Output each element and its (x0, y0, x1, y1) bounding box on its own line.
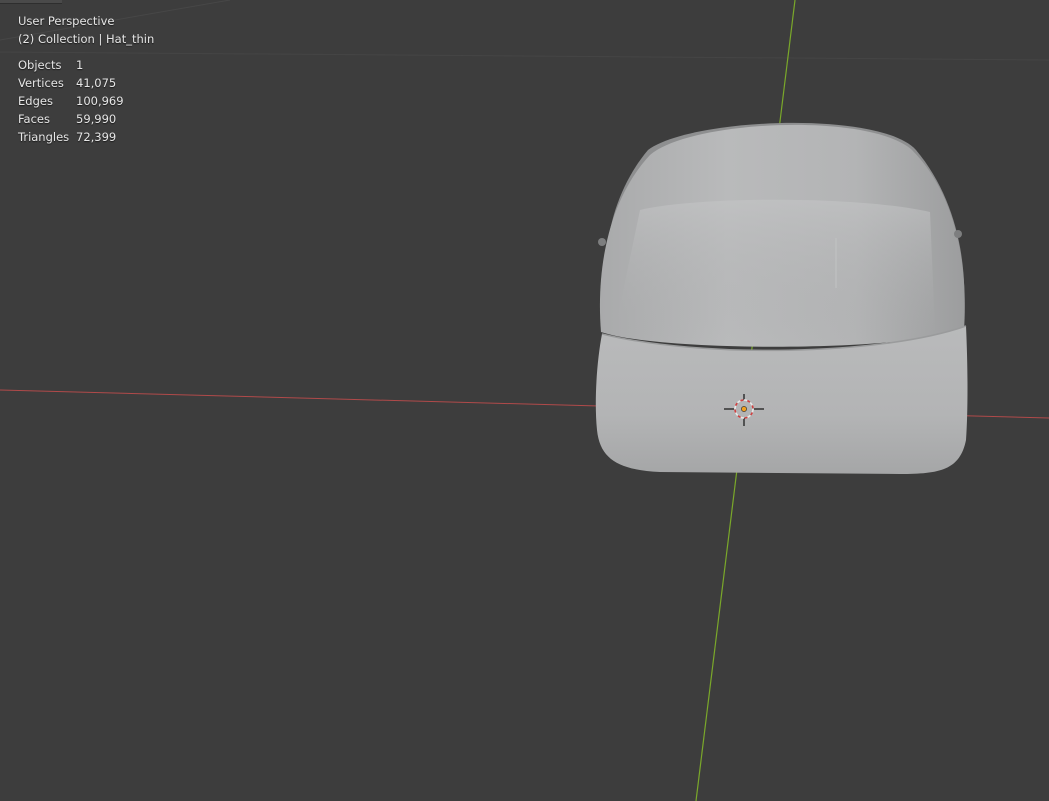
collection-info: (2) Collection | Hat_thin (18, 30, 154, 48)
hat-mesh[interactable] (595, 122, 968, 474)
stat-value: 1 (76, 58, 84, 72)
hat-crown-highlight (615, 199, 935, 342)
hat-brim[interactable] (595, 326, 968, 474)
stat-label: Edges (18, 94, 53, 108)
viewport-scene[interactable] (0, 0, 1049, 801)
view-name-label: User Perspective (18, 14, 115, 28)
collection-label: (2) Collection (18, 32, 95, 46)
object-origin-icon (741, 406, 747, 412)
grid-line (0, 51, 1049, 61)
stat-row-faces: Faces 59,990 (18, 110, 124, 128)
scene-statistics: Objects 1 Vertices 41,075 Edges 100,969 … (18, 56, 124, 146)
stat-row-edges: Edges 100,969 (18, 92, 124, 110)
stat-label: Objects (18, 58, 62, 72)
active-object-label: Hat_thin (106, 32, 155, 46)
3d-viewport[interactable]: User Perspective (2) Collection | Hat_th… (0, 0, 1049, 801)
stat-row-vertices: Vertices 41,075 (18, 74, 124, 92)
stat-value: 41,075 (76, 76, 117, 90)
stat-label: Triangles (18, 130, 70, 144)
stat-row-triangles: Triangles 72,399 (18, 128, 124, 146)
stat-value: 100,969 (76, 94, 124, 108)
collection-separator: | (98, 32, 103, 46)
hat-side-button-left (598, 238, 606, 246)
viewport-info-overlay: User Perspective (2) Collection | Hat_th… (18, 12, 154, 146)
stat-value: 72,399 (76, 130, 117, 144)
hat-side-button-right (954, 230, 962, 238)
stat-value: 59,990 (76, 112, 117, 126)
stat-row-objects: Objects 1 (18, 56, 124, 74)
stat-label: Vertices (18, 76, 64, 90)
stat-label: Faces (18, 112, 50, 126)
